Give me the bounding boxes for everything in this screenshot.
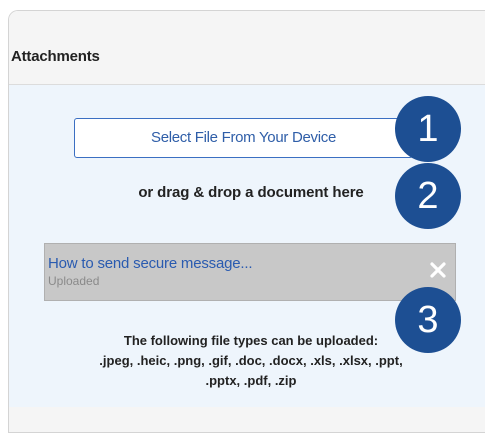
attachments-title: Attachments <box>11 48 100 65</box>
file-types-list-cont: .pptx, .pdf, .zip <box>205 373 297 388</box>
callout-badge-3: 3 <box>395 287 461 353</box>
uploaded-file-status: Uploaded <box>48 274 100 288</box>
attachments-header: Attachments <box>9 11 485 85</box>
file-types-list: .jpeg, .heic, .png, .gif, .doc, .docx, .… <box>99 353 403 368</box>
uploaded-file-name: How to send secure message... <box>48 255 253 272</box>
callout-badge-2: 2 <box>395 163 461 229</box>
uploaded-file-item: How to send secure message... Uploaded <box>44 243 456 301</box>
callout-badge-1: 1 <box>395 96 461 162</box>
select-file-button[interactable]: Select File From Your Device <box>74 118 413 158</box>
attachments-footer <box>9 407 485 432</box>
remove-file-icon[interactable] <box>429 261 447 279</box>
